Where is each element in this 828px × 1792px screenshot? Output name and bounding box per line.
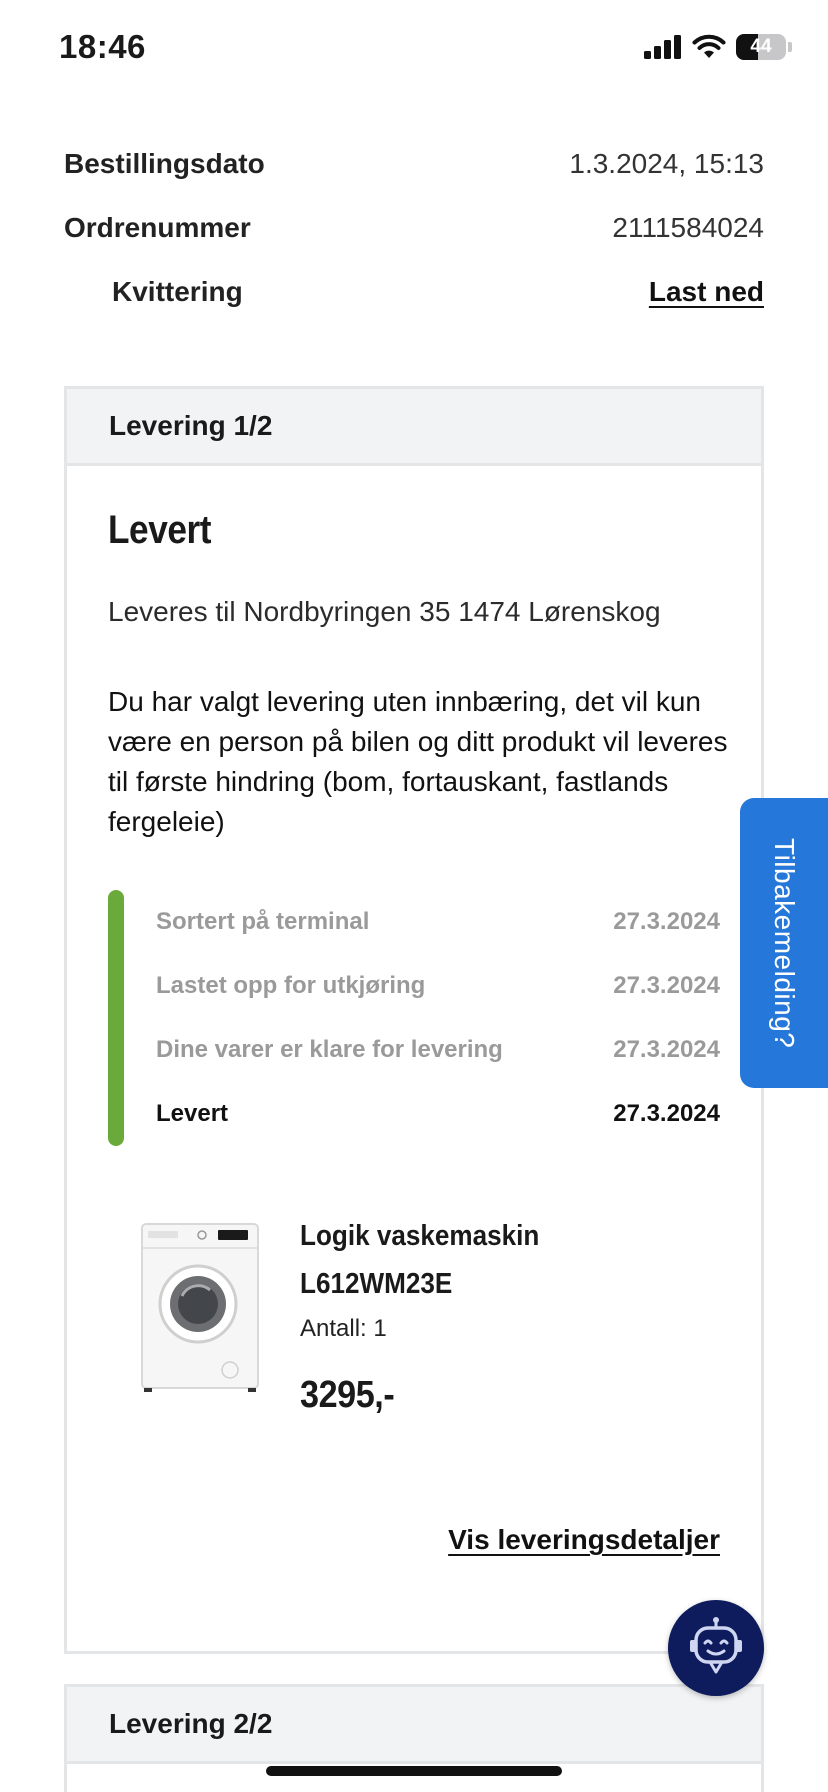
tracking-step-date: 27.3.2024 bbox=[613, 972, 720, 999]
delivery-note: Du har valgt levering uten innbæring, de… bbox=[108, 686, 728, 837]
delivery-card-1: Levering 1/2 bbox=[64, 386, 764, 1654]
order-number-value: 2111584024 bbox=[612, 212, 764, 243]
tracking-step-label: Sortert på terminal bbox=[156, 908, 370, 935]
product-name[interactable]: Logik vaskemaskin L612WM23E bbox=[300, 1212, 570, 1308]
robot-icon bbox=[690, 1617, 742, 1674]
tracking-step-current: Levert 27.3.2024 bbox=[156, 1100, 720, 1128]
product-price: 3295,- bbox=[300, 1374, 395, 1416]
tracking-step: Sortert på terminal 27.3.2024 bbox=[156, 908, 720, 936]
tracking-step-label: Lastet opp for utkjøring bbox=[156, 972, 426, 999]
chatbot-button[interactable] bbox=[668, 1600, 764, 1696]
delivery-details-link[interactable]: Vis leveringsdetaljer bbox=[448, 1524, 720, 1556]
cellular-signal-icon bbox=[644, 35, 681, 59]
delivery-address: Leveres til Nordbyringen 35 1474 Lørensk… bbox=[108, 596, 661, 627]
feedback-tab-label: Tilbakemelding? bbox=[769, 837, 800, 1049]
product-quantity: Antall: 1 bbox=[300, 1315, 387, 1342]
order-number-row: Ordrenummer 2111584024 bbox=[64, 212, 764, 244]
battery-tip bbox=[788, 42, 792, 52]
washing-machine-image[interactable] bbox=[140, 1222, 260, 1394]
status-time: 18:46 bbox=[59, 28, 146, 65]
status-icons: 44 bbox=[644, 34, 792, 60]
feedback-tab[interactable]: Tilbakemelding? bbox=[740, 798, 828, 1088]
download-receipt-link[interactable]: Last ned bbox=[649, 276, 764, 308]
tracking-step-label: Dine varer er klare for levering bbox=[156, 1036, 503, 1063]
tracking-progress-bar bbox=[108, 890, 124, 1146]
delivery-card-1-header: Levering 1/2 bbox=[67, 389, 761, 466]
delivery-card-2-header[interactable]: Levering 2/2 bbox=[67, 1687, 761, 1764]
battery-icon: 44 bbox=[736, 34, 786, 60]
receipt-label: Kvittering bbox=[112, 276, 243, 307]
order-date-row: Bestillingsdato 1.3.2024, 15:13 bbox=[64, 148, 764, 180]
order-date-value: 1.3.2024, 15:13 bbox=[569, 148, 764, 179]
battery-level: 44 bbox=[750, 36, 772, 57]
tracking-step: Dine varer er klare for levering 27.3.20… bbox=[156, 1036, 720, 1064]
receipt-row: Kvittering Last ned bbox=[64, 276, 764, 308]
wifi-icon bbox=[692, 34, 726, 58]
tracking-step-date: 27.3.2024 bbox=[613, 908, 720, 935]
tracking-step-date: 27.3.2024 bbox=[613, 1036, 720, 1063]
tracking-step: Lastet opp for utkjøring 27.3.2024 bbox=[156, 972, 720, 1000]
home-indicator bbox=[266, 1766, 562, 1776]
tracking-step-date: 27.3.2024 bbox=[613, 1100, 720, 1127]
delivery-status-title: Levert bbox=[108, 508, 212, 552]
order-date-label: Bestillingsdato bbox=[64, 148, 265, 179]
tracking-step-label: Levert bbox=[156, 1100, 229, 1127]
order-number-label: Ordrenummer bbox=[64, 212, 251, 243]
